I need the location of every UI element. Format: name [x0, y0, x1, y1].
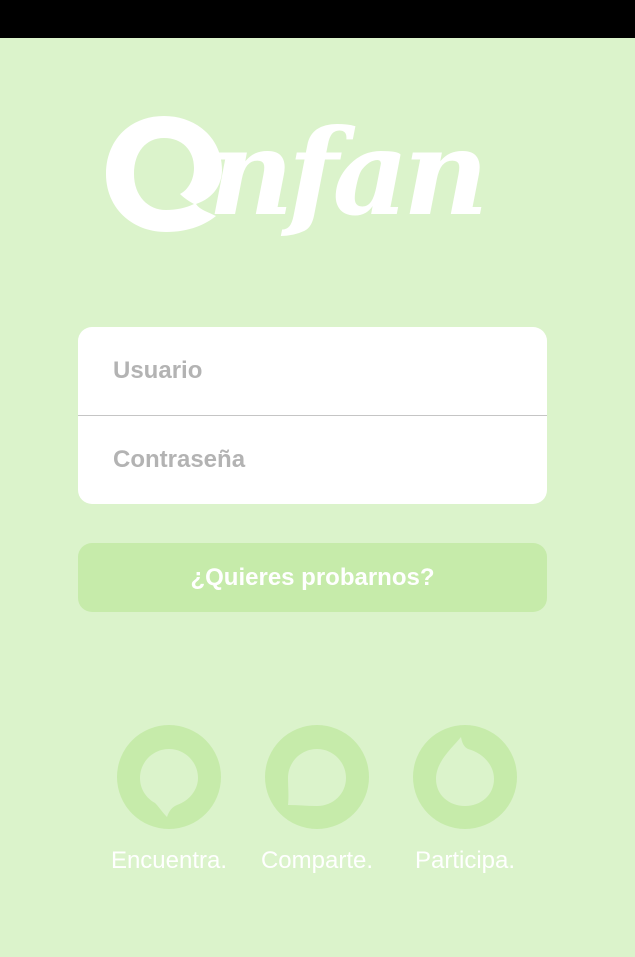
svg-text:nfan: nfan — [208, 104, 483, 236]
feature-find-label: Encuentra. — [110, 847, 228, 874]
feature-share: Comparte. — [242, 725, 392, 885]
speech-bubble-left-icon — [117, 725, 221, 829]
login-form — [78, 327, 547, 504]
speech-bubble-bottom-left-icon — [265, 725, 369, 829]
feature-share-label: Comparte. — [260, 847, 374, 874]
feature-participate-label: Participa. — [414, 847, 516, 874]
drop-icon — [413, 725, 517, 829]
feature-find: Encuentra. — [94, 725, 244, 885]
status-bar — [0, 0, 635, 38]
feature-participate: Participa. — [390, 725, 540, 885]
password-field-container — [78, 416, 547, 504]
password-input[interactable] — [113, 416, 533, 504]
username-field-container — [78, 327, 547, 416]
onfan-logo: nfan — [106, 104, 489, 236]
username-input[interactable] — [113, 327, 533, 415]
try-us-button[interactable]: ¿Quieres probarnos? — [78, 543, 547, 612]
